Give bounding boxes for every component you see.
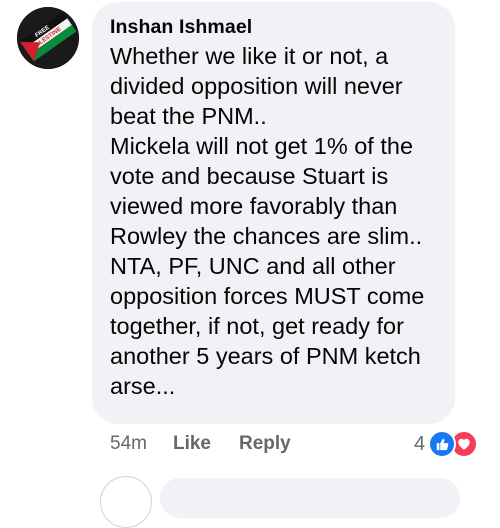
- next-comment-bubble: [160, 478, 460, 518]
- comment-text-line: Whether we like it or not, a: [110, 43, 389, 69]
- comment-author[interactable]: Inshan Ishmael: [110, 16, 252, 39]
- free-palestine-flag-avatar-icon: FREE PALESTINE: [17, 7, 79, 69]
- comment-text-line: NTA, PF, UNC and all other: [110, 253, 396, 279]
- comment-text-line: Mickela will not get 1% of the: [110, 133, 414, 159]
- comment-timestamp[interactable]: 54m: [110, 433, 147, 455]
- reactions-summary[interactable]: 4: [414, 429, 479, 459]
- comment-text-line: beat the PNM..: [110, 103, 267, 129]
- comment-text-line: Rowley the chances are slim..: [110, 223, 423, 249]
- comment-text: Whether we like it or not, a divided opp…: [110, 41, 450, 401]
- comment-text-line: vote and because Stuart is: [110, 163, 389, 189]
- like-button[interactable]: Like: [173, 433, 211, 455]
- comment-text-line: viewed more favorably than: [110, 193, 398, 219]
- avatar[interactable]: FREE PALESTINE: [17, 7, 79, 69]
- reaction-count: 4: [414, 432, 426, 455]
- comment-text-line: arse...: [110, 373, 176, 399]
- comment-text-line: divided opposition will never: [110, 73, 403, 99]
- comment-bubble: Inshan Ishmael Whether we like it or not…: [92, 2, 455, 424]
- like-reaction-icon: [428, 430, 457, 458]
- reply-button[interactable]: Reply: [239, 433, 291, 455]
- comment-text-line: another 5 years of PNM ketch: [110, 343, 421, 369]
- comment-text-line: together, if not, get ready for: [110, 313, 404, 339]
- comment-text-line: opposition forces MUST come: [110, 283, 425, 309]
- comment-actions: 54m Like Reply: [110, 433, 291, 455]
